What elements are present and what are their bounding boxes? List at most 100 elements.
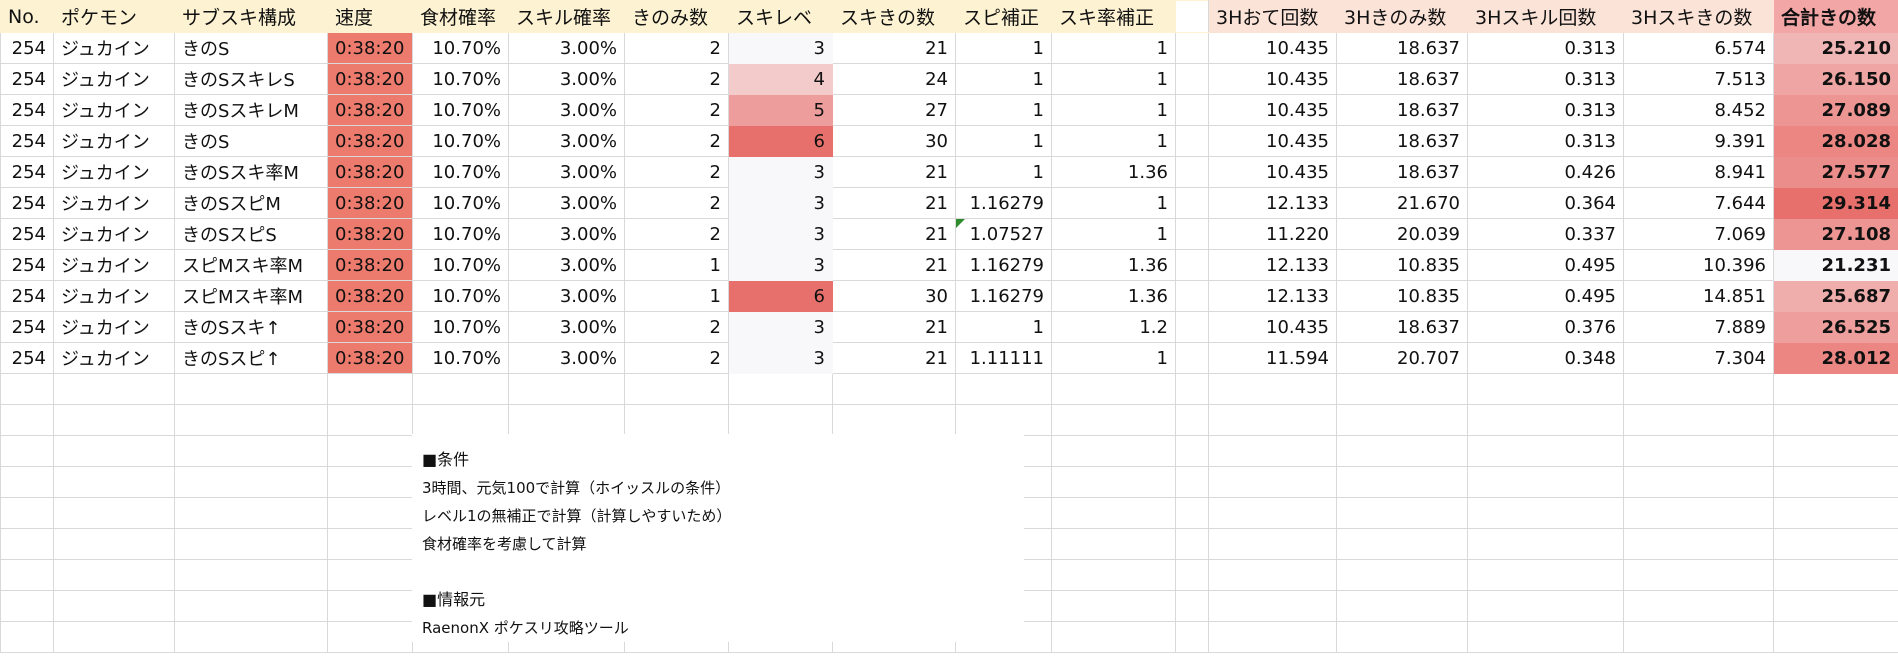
cell-no[interactable]: 254: [0, 342, 54, 374]
cell-ingredient-rate[interactable]: 10.70%: [412, 218, 509, 250]
cell-skill-rate[interactable]: 3.00%: [508, 280, 625, 312]
empty-cell[interactable]: [327, 497, 413, 529]
cell-skill-level[interactable]: 6: [728, 280, 833, 312]
cell-3h-helps[interactable]: 10.435: [1208, 125, 1337, 157]
cell-pokemon[interactable]: ジュカイン: [53, 125, 175, 157]
cell-3h-skill-count[interactable]: 0.313: [1467, 125, 1624, 157]
cell-no[interactable]: 254: [0, 125, 54, 157]
cell-skill-berries[interactable]: 21: [832, 187, 956, 219]
cell-gap[interactable]: [1175, 156, 1209, 188]
cell-berry-count[interactable]: 2: [624, 125, 729, 157]
empty-cell[interactable]: [1773, 621, 1898, 653]
cell-skill-rate-mod[interactable]: 1: [1051, 63, 1176, 95]
cell-skill-rate-mod[interactable]: 1.36: [1051, 156, 1176, 188]
cell-no[interactable]: 254: [0, 187, 54, 219]
cell-berry-count[interactable]: 2: [624, 94, 729, 126]
cell-no[interactable]: 254: [0, 280, 54, 312]
cell-total-berries[interactable]: 26.525: [1773, 311, 1898, 343]
empty-cell[interactable]: [1051, 621, 1176, 653]
cell-ingredient-rate[interactable]: 10.70%: [412, 156, 509, 188]
cell-skill-level[interactable]: 3: [728, 218, 833, 250]
cell-3h-skill-count[interactable]: 0.348: [1467, 342, 1624, 374]
cell-total-berries[interactable]: 28.012: [1773, 342, 1898, 374]
empty-cell[interactable]: [0, 528, 54, 560]
empty-cell[interactable]: [53, 590, 175, 622]
empty-cell[interactable]: [0, 435, 54, 467]
empty-cell[interactable]: [1336, 621, 1468, 653]
empty-cell[interactable]: [1051, 497, 1176, 529]
cell-berry-count[interactable]: 2: [624, 342, 729, 374]
cell-3h-skill-berries[interactable]: 7.304: [1623, 342, 1774, 374]
cell-skill-level[interactable]: 3: [728, 32, 833, 64]
cell-skill-berries[interactable]: 21: [832, 32, 956, 64]
cell-gap[interactable]: [1175, 63, 1209, 95]
cell-skill-rate-mod[interactable]: 1: [1051, 94, 1176, 126]
cell-pokemon[interactable]: ジュカイン: [53, 63, 175, 95]
empty-cell[interactable]: [1208, 528, 1337, 560]
cell-berry-count[interactable]: 1: [624, 280, 729, 312]
cell-skill-berries[interactable]: 30: [832, 125, 956, 157]
cell-skill-rate[interactable]: 3.00%: [508, 342, 625, 374]
cell-build[interactable]: きのSスキ↑: [174, 311, 328, 343]
cell-3h-berries[interactable]: 18.637: [1336, 125, 1468, 157]
empty-cell[interactable]: [327, 404, 413, 436]
cell-speed[interactable]: 0:38:20: [327, 32, 413, 64]
cell-berry-count[interactable]: 2: [624, 187, 729, 219]
empty-cell[interactable]: [174, 559, 328, 591]
cell-berry-count[interactable]: 2: [624, 218, 729, 250]
empty-cell[interactable]: [1208, 435, 1337, 467]
cell-pokemon[interactable]: ジュカイン: [53, 32, 175, 64]
cell-skill-level[interactable]: 5: [728, 94, 833, 126]
cell-3h-berries[interactable]: 10.835: [1336, 280, 1468, 312]
cell-speed-mod[interactable]: 1: [955, 94, 1052, 126]
cell-build[interactable]: きのSスピS: [174, 218, 328, 250]
empty-cell[interactable]: [1467, 559, 1624, 591]
cell-ingredient-rate[interactable]: 10.70%: [412, 342, 509, 374]
cell-skill-berries[interactable]: 21: [832, 249, 956, 281]
cell-3h-skill-berries[interactable]: 14.851: [1623, 280, 1774, 312]
header-skill-berries[interactable]: スキきの数: [832, 0, 956, 33]
cell-skill-rate[interactable]: 3.00%: [508, 156, 625, 188]
cell-speed[interactable]: 0:38:20: [327, 280, 413, 312]
cell-3h-skill-berries[interactable]: 7.644: [1623, 187, 1774, 219]
empty-cell[interactable]: [327, 621, 413, 653]
cell-3h-skill-count[interactable]: 0.313: [1467, 63, 1624, 95]
cell-total-berries[interactable]: 25.210: [1773, 32, 1898, 64]
cell-speed-mod[interactable]: 1: [955, 32, 1052, 64]
empty-cell[interactable]: [53, 466, 175, 498]
header-3h-helps[interactable]: 3Hおて回数: [1208, 0, 1337, 33]
header-build[interactable]: サブスキ構成: [174, 0, 328, 33]
cell-3h-skill-count[interactable]: 0.337: [1467, 218, 1624, 250]
empty-cell[interactable]: [0, 373, 54, 405]
cell-speed-mod[interactable]: 1.16279: [955, 249, 1052, 281]
cell-3h-helps[interactable]: 12.133: [1208, 280, 1337, 312]
cell-speed[interactable]: 0:38:20: [327, 311, 413, 343]
cell-skill-berries[interactable]: 21: [832, 342, 956, 374]
cell-3h-skill-berries[interactable]: 9.391: [1623, 125, 1774, 157]
empty-cell[interactable]: [1175, 435, 1209, 467]
empty-cell[interactable]: [1467, 528, 1624, 560]
empty-cell[interactable]: [1336, 590, 1468, 622]
cell-no[interactable]: 254: [0, 32, 54, 64]
cell-skill-berries[interactable]: 21: [832, 311, 956, 343]
empty-cell[interactable]: [1051, 466, 1176, 498]
cell-skill-rate[interactable]: 3.00%: [508, 125, 625, 157]
cell-pokemon[interactable]: ジュカイン: [53, 280, 175, 312]
empty-cell[interactable]: [1773, 466, 1898, 498]
empty-cell[interactable]: [327, 590, 413, 622]
empty-cell[interactable]: [624, 404, 729, 436]
empty-cell[interactable]: [0, 590, 54, 622]
cell-speed[interactable]: 0:38:20: [327, 218, 413, 250]
cell-skill-rate[interactable]: 3.00%: [508, 187, 625, 219]
empty-cell[interactable]: [1336, 497, 1468, 529]
cell-3h-skill-count[interactable]: 0.313: [1467, 32, 1624, 64]
cell-total-berries[interactable]: 27.089: [1773, 94, 1898, 126]
cell-total-berries[interactable]: 26.150: [1773, 63, 1898, 95]
cell-speed-mod[interactable]: 1: [955, 156, 1052, 188]
empty-cell[interactable]: [1467, 590, 1624, 622]
cell-speed[interactable]: 0:38:20: [327, 249, 413, 281]
cell-3h-berries[interactable]: 18.637: [1336, 94, 1468, 126]
empty-cell[interactable]: [624, 373, 729, 405]
empty-cell[interactable]: [412, 404, 509, 436]
empty-cell[interactable]: [1623, 466, 1774, 498]
